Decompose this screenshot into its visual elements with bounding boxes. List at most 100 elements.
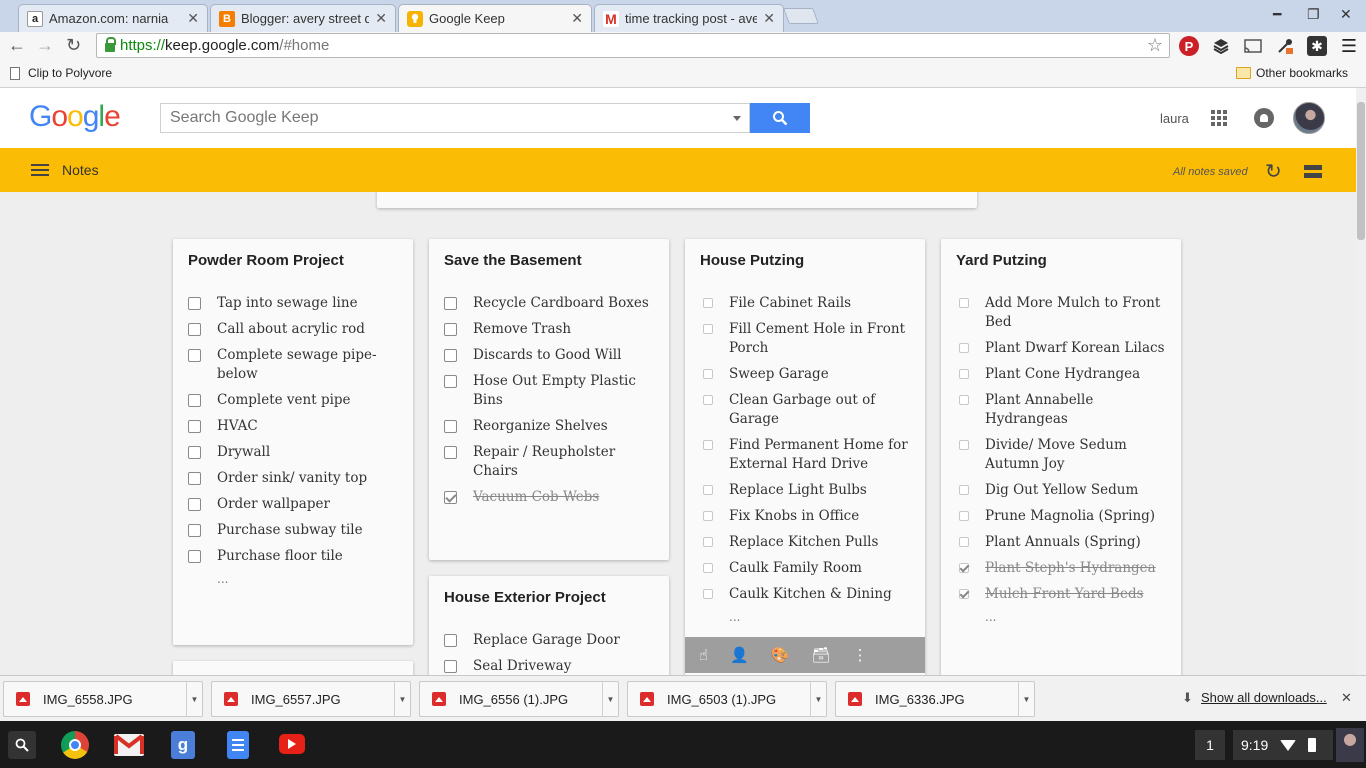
- note-card-powder-room[interactable]: Powder Room Project Tap into sewage line…: [173, 239, 413, 645]
- checklist-item[interactable]: Replace Light Bulbs: [685, 481, 925, 500]
- bookmark-other-bookmarks[interactable]: Other bookmarks: [1236, 66, 1348, 80]
- checkbox[interactable]: [703, 537, 713, 547]
- restore-icon[interactable]: ❐: [1307, 6, 1320, 23]
- checkbox[interactable]: [444, 420, 457, 433]
- checkbox[interactable]: [444, 660, 457, 673]
- cast-icon[interactable]: [1243, 36, 1263, 56]
- search-button[interactable]: [750, 103, 810, 133]
- checkbox[interactable]: [188, 498, 201, 511]
- close-tab-icon[interactable]: ✕: [187, 10, 199, 27]
- checklist-item[interactable]: Plant Steph's Hydrangea: [941, 559, 1181, 578]
- checkbox[interactable]: [703, 485, 713, 495]
- checkbox[interactable]: [444, 349, 457, 362]
- checkbox[interactable]: [959, 485, 969, 495]
- chevron-down-icon[interactable]: ▼: [1018, 682, 1034, 716]
- chevron-down-icon[interactable]: ▼: [602, 682, 618, 716]
- checkbox[interactable]: [703, 369, 713, 379]
- checklist-item[interactable]: Mulch Front Yard Beds: [941, 585, 1181, 604]
- checkbox[interactable]: [444, 446, 457, 459]
- checklist-item[interactable]: Fill Cement Hole in Front Porch: [685, 320, 925, 358]
- checklist-item[interactable]: Sweep Garage: [685, 365, 925, 384]
- hamburger-menu-icon[interactable]: [31, 164, 49, 176]
- checklist-item[interactable]: Order sink/ vanity top: [173, 469, 413, 488]
- more-vert-icon[interactable]: ⋮: [853, 646, 868, 664]
- chevron-down-icon[interactable]: ▼: [810, 682, 826, 716]
- chrome-menu-icon[interactable]: ☰: [1339, 36, 1359, 56]
- layers-extension-icon[interactable]: [1211, 36, 1231, 56]
- checkbox[interactable]: [959, 537, 969, 547]
- remind-me-icon[interactable]: ☝: [699, 646, 708, 664]
- bookmark-clip-to-polyvore[interactable]: Clip to Polyvore: [10, 66, 112, 80]
- eyedropper-extension-icon[interactable]: [1275, 36, 1295, 56]
- bookmark-star-icon[interactable]: ☆: [1147, 35, 1163, 56]
- note-card-house-putzing[interactable]: House Putzing File Cabinet Rails Fill Cem…: [685, 239, 925, 675]
- checkbox[interactable]: [703, 589, 713, 599]
- archive-icon[interactable]: 🗃: [812, 646, 831, 664]
- note-card-house-exterior[interactable]: House Exterior Project Replace Garage Do…: [429, 576, 669, 675]
- checkbox[interactable]: [703, 395, 713, 405]
- checkbox[interactable]: [444, 323, 457, 336]
- checkbox[interactable]: [959, 395, 969, 405]
- download-item[interactable]: IMG_6336.JPG ▼: [835, 681, 1035, 717]
- checked-checkbox[interactable]: [444, 491, 457, 504]
- checklist-item[interactable]: Caulk Kitchen & Dining: [685, 585, 925, 604]
- checklist-item[interactable]: Plant Cone Hydrangea: [941, 365, 1181, 384]
- take-note-box[interactable]: [377, 192, 977, 208]
- checkbox[interactable]: [703, 511, 713, 521]
- checklist-item[interactable]: Order wallpaper: [173, 495, 413, 514]
- chevron-down-icon[interactable]: ▼: [186, 682, 202, 716]
- checkbox[interactable]: [188, 394, 201, 407]
- checklist-item[interactable]: Plant Annabelle Hydrangeas: [941, 391, 1181, 429]
- checklist-item[interactable]: Seal Driveway: [429, 657, 669, 675]
- checklist-item[interactable]: Add More Mulch to Front Bed: [941, 294, 1181, 332]
- checklist-item[interactable]: Find Permanent Home for External Hard Dr…: [685, 436, 925, 474]
- apps-grid-icon[interactable]: [1211, 110, 1227, 126]
- checklist-item[interactable]: Call about acrylic rod: [173, 320, 413, 339]
- launcher-search-icon[interactable]: [8, 731, 36, 759]
- checklist-item[interactable]: Caulk Family Room: [685, 559, 925, 578]
- tab-blogger[interactable]: B Blogger: avery street design ✕: [210, 4, 396, 32]
- checklist-item[interactable]: Repair / Reupholster Chairs: [429, 443, 669, 481]
- checkbox[interactable]: [188, 420, 201, 433]
- back-arrow-icon[interactable]: ←: [8, 35, 26, 56]
- checklist-item[interactable]: Dig Out Yellow Sedum: [941, 481, 1181, 500]
- search-input[interactable]: Search Google Keep: [160, 103, 750, 133]
- pinterest-extension-icon[interactable]: P: [1179, 36, 1199, 56]
- scrollbar-thumb[interactable]: [1357, 102, 1365, 240]
- chevron-down-icon[interactable]: ▼: [394, 682, 410, 716]
- download-item[interactable]: IMG_6556 (1).JPG ▼: [419, 681, 619, 717]
- checklist-item[interactable]: Tap into sewage line: [173, 294, 413, 313]
- tab-gmail[interactable]: M time tracking post - avery ✕: [594, 4, 784, 32]
- checkbox[interactable]: [444, 375, 457, 388]
- page-scrollbar[interactable]: [1356, 88, 1366, 675]
- status-tray[interactable]: 9:19: [1233, 730, 1333, 760]
- tab-amazon[interactable]: a Amazon.com: narnia ✕: [18, 4, 208, 32]
- checklist-item[interactable]: Complete sewage pipe- below: [173, 346, 413, 384]
- tab-google-keep[interactable]: Google Keep ✕: [398, 4, 592, 32]
- checked-checkbox[interactable]: [959, 563, 969, 573]
- google-docs-app-icon[interactable]: [227, 731, 249, 759]
- checkbox[interactable]: [188, 472, 201, 485]
- download-item[interactable]: IMG_6558.JPG ▼: [3, 681, 203, 717]
- forward-arrow-icon[interactable]: →: [36, 35, 54, 56]
- checkbox[interactable]: [188, 297, 201, 310]
- checked-checkbox[interactable]: [959, 589, 969, 599]
- checkbox[interactable]: [188, 446, 201, 459]
- checklist-item[interactable]: Recycle Cardboard Boxes: [429, 294, 669, 313]
- checklist-item[interactable]: Plant Dwarf Korean Lilacs: [941, 339, 1181, 358]
- note-card-partial[interactable]: [173, 661, 413, 675]
- checkbox[interactable]: [959, 298, 969, 308]
- checklist-item[interactable]: HVAC: [173, 417, 413, 436]
- checkbox[interactable]: [703, 324, 713, 334]
- notification-count-badge[interactable]: 1: [1195, 730, 1225, 760]
- checklist-item[interactable]: Replace Kitchen Pulls: [685, 533, 925, 552]
- checkbox[interactable]: [959, 440, 969, 450]
- note-card-yard-putzing[interactable]: Yard Putzing Add More Mulch to Front Bed…: [941, 239, 1181, 675]
- user-name[interactable]: laura: [1160, 111, 1189, 126]
- close-tab-icon[interactable]: ✕: [571, 10, 583, 27]
- new-tab-button[interactable]: [783, 8, 819, 24]
- close-tab-icon[interactable]: ✕: [763, 10, 775, 27]
- google-search-app-icon[interactable]: g: [171, 731, 195, 759]
- google-logo[interactable]: Google: [29, 100, 121, 134]
- close-tab-icon[interactable]: ✕: [375, 10, 387, 27]
